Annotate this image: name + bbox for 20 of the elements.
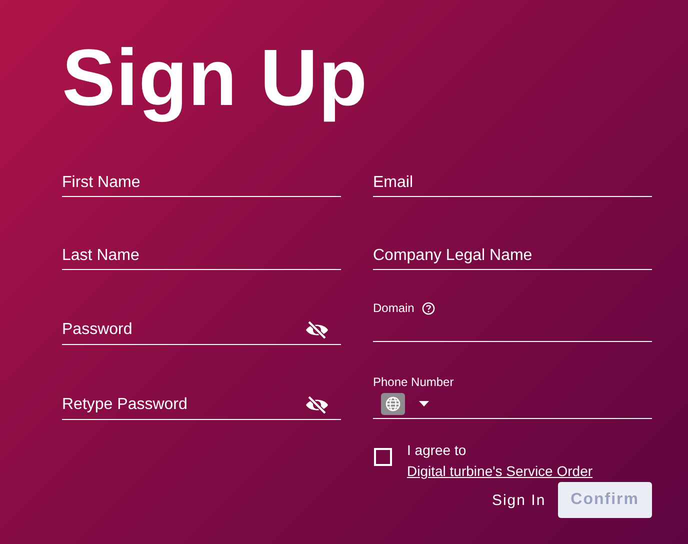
agreement-text: I agree to Digital turbine's Service Order [407, 441, 594, 481]
field-label: Domain [373, 301, 414, 315]
sign-in-button[interactable]: Sign In [490, 492, 548, 508]
input-field[interactable]: Company Legal Name [373, 247, 652, 265]
globe-icon [381, 393, 405, 415]
input-field[interactable]: Phone Number [373, 374, 652, 419]
input-field[interactable]: Domain [373, 300, 652, 342]
visibility-toggle-icon[interactable] [305, 395, 329, 415]
caret-icon [419, 401, 429, 407]
input-field[interactable]: Email [373, 174, 652, 192]
input-field[interactable]: First Name [62, 174, 341, 192]
field-label: Phone Number [373, 375, 454, 389]
visibility-toggle-icon[interactable] [305, 320, 329, 340]
input-field[interactable]: Last Name [62, 247, 341, 265]
page-title: Sign Up [62, 32, 369, 124]
help-icon[interactable] [422, 302, 436, 314]
service-order-link[interactable]: Digital turbine's Service Order [407, 463, 593, 479]
input-field[interactable]: Retype Password [62, 396, 305, 414]
checkbox[interactable] [374, 448, 392, 466]
input-field[interactable]: Password [62, 321, 305, 339]
